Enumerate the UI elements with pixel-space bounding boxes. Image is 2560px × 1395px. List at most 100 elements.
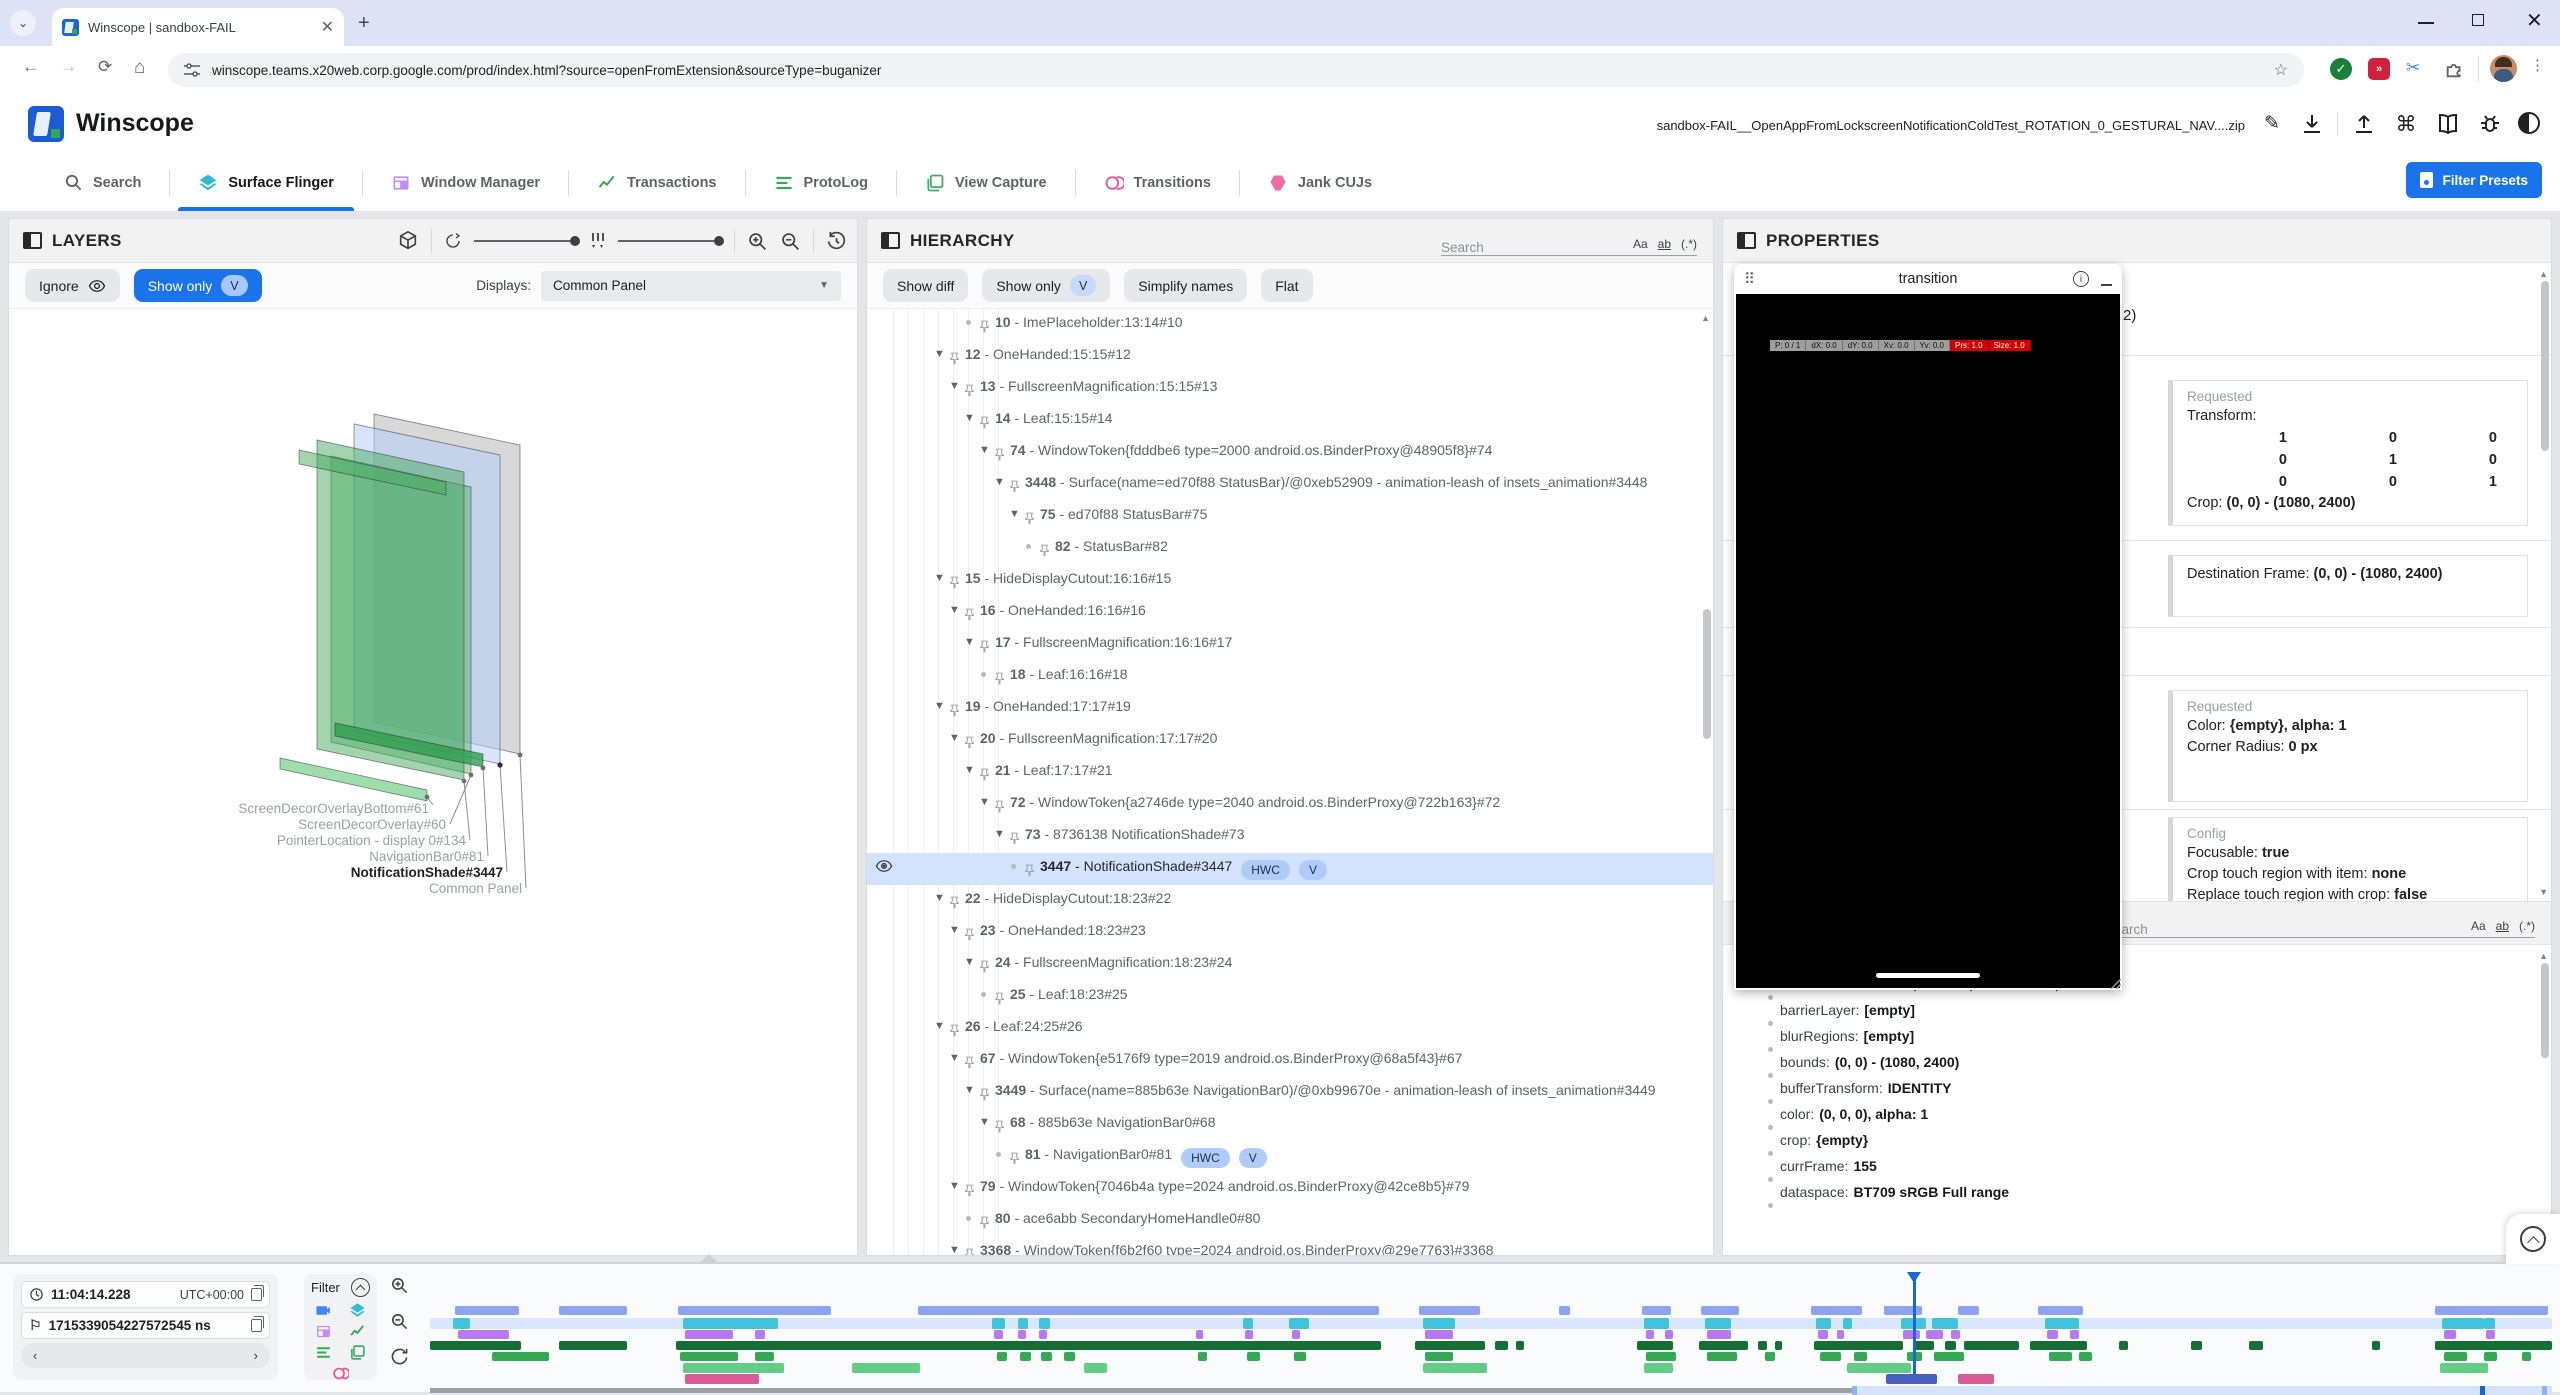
trace-segment-screen-recording[interactable] [1705, 1318, 1730, 1329]
trace-segment-transactions[interactable] [1516, 1341, 1523, 1350]
tab-jank-cujs[interactable]: Jank CUJs [1240, 154, 1400, 211]
trace-segment-screen-recording[interactable] [1243, 1318, 1254, 1329]
trace-segment-screen-recording[interactable] [453, 1318, 470, 1329]
trace-segment-protolog[interactable] [1425, 1352, 1453, 1361]
pin-icon[interactable] [978, 1088, 991, 1101]
properties-tree-scrollbar[interactable] [2541, 963, 2549, 1058]
hierarchy-tree-row[interactable]: ▼24 - FullscreenMagnification:18:23#24 [867, 949, 1713, 981]
filter-presets-button[interactable]: Filter Presets [2406, 162, 2542, 198]
pin-icon[interactable] [948, 1024, 961, 1037]
trace-segment-surface-flinger[interactable] [918, 1306, 1378, 1315]
trace-segment-window-manager[interactable] [458, 1330, 509, 1339]
hierarchy-tree-row[interactable]: 82 - StatusBar#82 [867, 533, 1713, 565]
trace-segment-transactions[interactable] [559, 1341, 627, 1350]
trace-segment-transactions[interactable] [1637, 1341, 1673, 1350]
timeline-zoom-out-icon[interactable] [390, 1312, 409, 1331]
window-restore-icon[interactable] [2472, 14, 2484, 26]
hierarchy-tree-row[interactable]: 81 - NavigationBar0#81HWCV [867, 1141, 1713, 1173]
trace-segment-view-capture[interactable] [683, 1363, 785, 1373]
hierarchy-tree-row[interactable]: ▼3448 - Surface(name=ed70f88 StatusBar)/… [867, 469, 1713, 501]
expand-arrow-icon[interactable]: ▼ [931, 565, 948, 591]
properties-search-input[interactable] [2105, 922, 2471, 937]
trace-segment-surface-flinger[interactable] [2435, 1306, 2547, 1315]
expand-arrow-icon[interactable]: ▼ [961, 1077, 978, 1103]
forward-icon[interactable]: → [60, 57, 77, 77]
trace-segment-window-manager[interactable] [2047, 1330, 2058, 1339]
expand-arrow-icon[interactable]: ▼ [976, 789, 993, 815]
hierarchy-tree-row[interactable]: ▼3368 - WindowToken{f6b2f60 type=2024 an… [867, 1237, 1713, 1255]
trace-segment-protolog[interactable] [2049, 1352, 2072, 1361]
pin-icon[interactable] [963, 1184, 976, 1197]
hierarchy-tree-row[interactable]: ▼79 - WindowToken{7046b4a type=2024 andr… [867, 1173, 1713, 1205]
expand-arrow-icon[interactable]: ▼ [931, 1013, 948, 1039]
copy-icon[interactable] [251, 1288, 262, 1301]
trace-segment-screen-recording[interactable] [2045, 1318, 2079, 1329]
reset-view-icon[interactable] [826, 231, 847, 252]
zoom-out-icon[interactable] [780, 231, 801, 252]
hierarchy-search-input[interactable] [1441, 240, 1633, 255]
trace-segment-transactions[interactable] [2435, 1341, 2552, 1350]
profile-avatar[interactable] [2490, 55, 2517, 82]
trace-segment-window-manager[interactable] [685, 1330, 734, 1339]
trace-segment-screen-recording[interactable] [1843, 1318, 1851, 1329]
hierarchy-tree-row[interactable]: 10 - ImePlaceholder:13:14#10 [867, 309, 1713, 341]
trace-segment-protolog[interactable] [1646, 1352, 1676, 1361]
timeline-overview-bar[interactable] [430, 1386, 2552, 1395]
hierarchy-tree-row[interactable]: ▼17 - FullscreenMagnification:16:16#17 [867, 629, 1713, 661]
trace-segment-protolog[interactable] [1064, 1352, 1075, 1361]
hierarchy-tree-row[interactable]: ▼26 - Leaf:24:25#26 [867, 1013, 1713, 1045]
trace-segment-transactions[interactable] [430, 1341, 521, 1350]
hierarchy-tree-row[interactable]: ▼68 - 885b63e NavigationBar0#68 [867, 1109, 1713, 1141]
trace-segment-protolog[interactable] [1247, 1352, 1260, 1361]
trace-segment-view-capture[interactable] [852, 1363, 920, 1373]
trace-segment-transactions[interactable] [2191, 1341, 2202, 1350]
layer-label-selected[interactable]: NotificationShade#3447 [351, 865, 503, 880]
expand-arrow-icon[interactable]: ▼ [961, 757, 978, 783]
trace-segment-screen-recording[interactable] [1816, 1318, 1831, 1329]
timeline-tracks[interactable] [430, 1272, 2552, 1388]
trace-segment-window-manager[interactable] [1292, 1330, 1300, 1339]
pin-icon[interactable] [1008, 1152, 1021, 1165]
trace-segment-protolog[interactable] [2079, 1352, 2092, 1361]
pin-icon[interactable] [963, 928, 976, 941]
expand-arrow-icon[interactable]: ▼ [946, 725, 963, 751]
timestamp-field[interactable]: ⚐ 1715339054227572545 ns [21, 1312, 270, 1339]
trace-segment-transactions[interactable] [2249, 1341, 2264, 1350]
copy-icon[interactable] [251, 1319, 262, 1332]
overview-tick[interactable] [2542, 1386, 2547, 1395]
trace-segment-window-manager[interactable] [1018, 1330, 1026, 1339]
layer-label[interactable]: PointerLocation - display 0#134 [277, 833, 467, 848]
previous-frame-icon[interactable]: ‹ [33, 1348, 37, 1363]
trace-segment-transactions[interactable] [676, 1341, 1381, 1350]
trace-segment-screen-recording[interactable] [1039, 1318, 1050, 1329]
extension-red-icon[interactable]: » [2368, 58, 2390, 80]
scroll-up-icon[interactable]: ▲ [2539, 269, 2548, 279]
pin-icon[interactable] [1008, 832, 1021, 845]
screen-recording-overlay[interactable]: ⠿ transition i P: 0 / 1dX: 0.0dY: 0.0Xv:… [1734, 264, 2122, 990]
layers-3d-canvas[interactable]: ScreenDecorOverlayBottom#61 ScreenDecorO… [9, 309, 857, 1255]
expand-arrow-icon[interactable]: ▼ [946, 597, 963, 623]
trace-segment-window-manager[interactable] [1818, 1330, 1829, 1339]
trace-segment-protolog[interactable] [680, 1352, 737, 1361]
pin-icon[interactable] [963, 384, 976, 397]
trace-segment-transactions[interactable] [1945, 1341, 1956, 1350]
trace-segment-window-manager[interactable] [755, 1330, 766, 1339]
pin-icon[interactable] [978, 416, 991, 429]
pin-icon[interactable] [1008, 480, 1021, 493]
trace-segment-screen-recording[interactable] [2484, 1318, 2495, 1329]
hierarchy-tree-row[interactable]: ▼75 - ed70f88 StatusBar#75 [867, 501, 1713, 533]
overlay-header[interactable]: ⠿ transition i [1734, 264, 2122, 294]
trace-segment-surface-flinger[interactable] [455, 1306, 519, 1315]
pin-icon[interactable] [948, 352, 961, 365]
trace-segment-protolog[interactable] [1020, 1352, 1031, 1361]
trace-segment-window-manager[interactable] [1837, 1330, 1844, 1339]
tab-search[interactable]: Search [36, 154, 169, 211]
property-row[interactable]: barrierLayer:[empty] [1723, 997, 2551, 1023]
pin-icon[interactable] [978, 1216, 991, 1229]
pin-icon[interactable] [963, 736, 976, 749]
trace-segment-protolog[interactable] [1707, 1352, 1737, 1361]
property-row[interactable]: bufferTransform:IDENTITY [1723, 1075, 2551, 1101]
tab-close-icon[interactable]: ✕ [321, 17, 334, 37]
timeline-zoom-in-icon[interactable] [390, 1276, 409, 1295]
match-case-icon[interactable]: Aa [2471, 919, 2486, 933]
